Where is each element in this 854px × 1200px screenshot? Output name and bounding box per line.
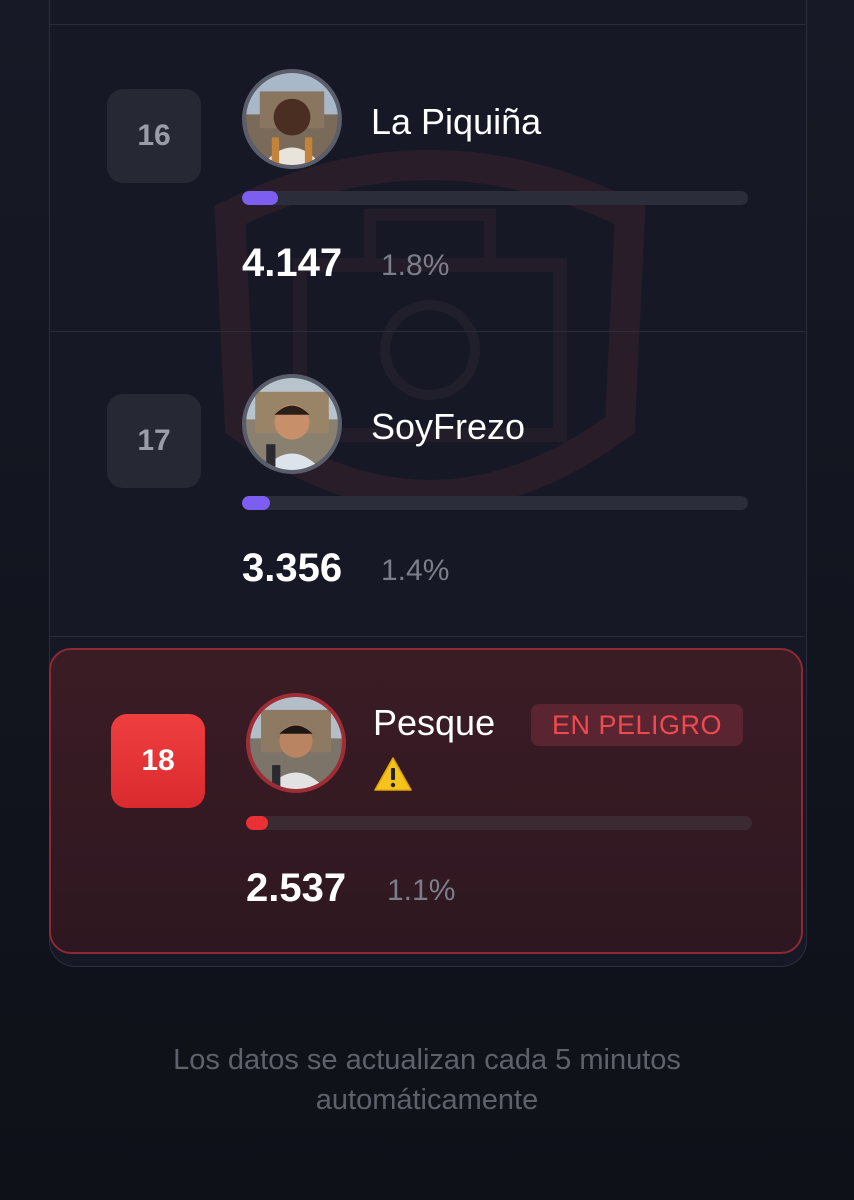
avatar [246,693,346,793]
footer-line-1: Los datos se actualizan cada 5 minutos [173,1044,681,1076]
danger-badge: EN PELIGRO [531,704,743,746]
contestant-name: La Piquiña [371,101,542,142]
vote-percent: 1.8% [381,249,450,282]
contestant-name: SoyFrezo [371,406,526,447]
footer-note: Los datos se actualizan cada 5 minutos a… [0,1040,854,1120]
avatar [242,69,342,169]
footer-line-2: automáticamente [315,1084,539,1116]
vote-count: 3.356 [242,546,343,590]
warning-icon [374,757,412,791]
vote-progress-bar [242,191,748,205]
vote-count: 2.537 [246,866,347,910]
vote-progress-bar [246,816,752,830]
vote-count: 4.147 [242,241,343,285]
contestant-name: Pesque [373,702,496,743]
progress-fill [242,496,271,510]
ranking-row-17[interactable]: 17 SoyFrezo 3.356 1.4% [49,330,805,637]
vote-percent: 1.1% [387,874,456,907]
vote-progress-bar [242,496,748,510]
ranking-row-16[interactable]: 16 La Piquiña 4.147 1.8% [49,24,805,332]
avatar [242,374,342,474]
ranking-row-18-highlighted[interactable]: 18 Pesque EN PELIGRO 2.537 1.1% [49,648,803,954]
rank-badge: 17 [107,394,201,488]
progress-fill [246,816,269,830]
rank-badge: 16 [107,89,201,183]
rank-badge: 18 [111,714,205,808]
progress-fill [242,191,279,205]
vote-percent: 1.4% [381,554,450,587]
